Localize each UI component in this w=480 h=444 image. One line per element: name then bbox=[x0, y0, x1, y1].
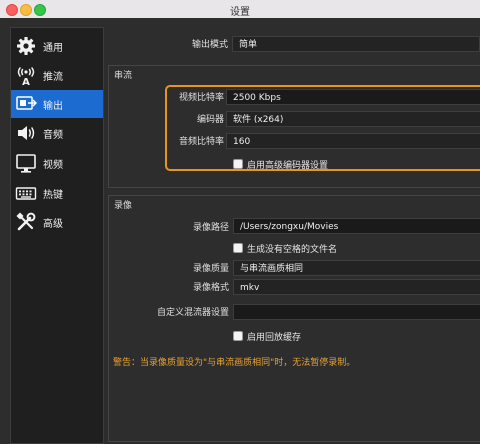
output-mode-label: 输出模式 bbox=[191, 40, 228, 50]
custom-muxer-field[interactable] bbox=[233, 304, 480, 320]
checkbox-label: 启用高级编码器设置 bbox=[247, 161, 329, 171]
broadcast-antenna-icon: A bbox=[17, 67, 35, 86]
keyboard-icon bbox=[15, 187, 37, 200]
checkbox-box[interactable] bbox=[233, 331, 243, 341]
sidebar-item-label: 视频 bbox=[43, 160, 63, 171]
recording-format-select[interactable]: mkv bbox=[233, 279, 480, 295]
sidebar-item-video[interactable]: 视频 bbox=[11, 149, 103, 177]
sidebar: 通用 A 推流 输出 音频 视频 热键 高级 bbox=[10, 27, 104, 444]
sidebar-item-label: 推流 bbox=[43, 72, 63, 83]
recording-quality-label: 录像质量 bbox=[192, 264, 229, 274]
speaker-icon bbox=[18, 126, 35, 140]
window-title: 设置 bbox=[230, 7, 250, 18]
no-space-filename-checkbox[interactable]: 生成没有空格的文件名 bbox=[233, 242, 337, 255]
streaming-group-title: 串流 bbox=[114, 71, 133, 81]
custom-muxer-label: 自定义混流器设置 bbox=[156, 308, 229, 318]
advanced-encoder-checkbox[interactable]: 启用高级编码器设置 bbox=[233, 158, 328, 171]
sidebar-item-label: 音频 bbox=[43, 130, 63, 141]
recording-group-title: 录像 bbox=[114, 201, 133, 211]
monitor-icon bbox=[16, 154, 36, 173]
recording-quality-select[interactable]: 与串流画质相同 bbox=[233, 260, 480, 276]
sidebar-item-hotkeys[interactable]: 热键 bbox=[11, 179, 103, 207]
svg-text:A: A bbox=[22, 77, 30, 86]
sidebar-item-label: 高级 bbox=[43, 219, 63, 230]
encoder-label: 编码器 bbox=[196, 115, 224, 125]
sidebar-item-audio[interactable]: 音频 bbox=[11, 119, 103, 147]
settings-window: 通用 A 推流 输出 音频 视频 热键 高级 输出模式 简单 串流 视频比特率 … bbox=[0, 18, 480, 444]
sidebar-item-label: 热键 bbox=[43, 190, 63, 201]
checkbox-box[interactable] bbox=[233, 243, 243, 253]
pause-warning-text: 警告：当录像质量设为"与串流画质相同"时，无法暂停录制。 bbox=[113, 358, 356, 368]
sidebar-item-general[interactable]: 通用 bbox=[11, 32, 103, 60]
output-settings-panel: 输出模式 简单 串流 视频比特率 2500 Kbps 编码器 软件 (x264)… bbox=[108, 27, 480, 444]
replay-buffer-checkbox[interactable]: 启用回放缓存 bbox=[233, 330, 301, 343]
audio-bitrate-label: 音频比特率 bbox=[178, 137, 224, 147]
audio-bitrate-select[interactable]: 160 bbox=[226, 133, 480, 149]
sidebar-item-label: 输出 bbox=[43, 101, 63, 112]
video-bitrate-label: 视频比特率 bbox=[178, 93, 224, 103]
gear-icon bbox=[17, 37, 35, 55]
recording-path-label: 录像路径 bbox=[192, 223, 229, 233]
recording-path-field[interactable]: /Users/zongxu/Movies bbox=[233, 218, 480, 234]
sidebar-item-stream[interactable]: A 推流 bbox=[11, 61, 103, 89]
streaming-group: 串流 视频比特率 2500 Kbps 编码器 软件 (x264) 音频比特率 1… bbox=[108, 65, 480, 188]
sidebar-item-label: 通用 bbox=[43, 43, 63, 54]
encoder-select[interactable]: 软件 (x264) bbox=[226, 111, 480, 127]
recording-format-label: 录像格式 bbox=[192, 283, 229, 293]
title-bar: 设置 bbox=[0, 0, 480, 19]
output-icon bbox=[16, 96, 37, 110]
video-bitrate-field[interactable]: 2500 Kbps bbox=[226, 89, 480, 105]
checkbox-label: 启用回放缓存 bbox=[247, 333, 302, 343]
checkbox-box[interactable] bbox=[233, 159, 243, 169]
recording-group: 录像 录像路径 /Users/zongxu/Movies 生成没有空格的文件名 … bbox=[108, 195, 480, 442]
sidebar-item-advanced[interactable]: 高级 bbox=[11, 208, 103, 236]
tools-icon bbox=[16, 212, 36, 231]
sidebar-item-output[interactable]: 输出 bbox=[11, 90, 103, 118]
output-mode-select[interactable]: 简单 bbox=[232, 36, 480, 52]
checkbox-label: 生成没有空格的文件名 bbox=[247, 245, 338, 255]
